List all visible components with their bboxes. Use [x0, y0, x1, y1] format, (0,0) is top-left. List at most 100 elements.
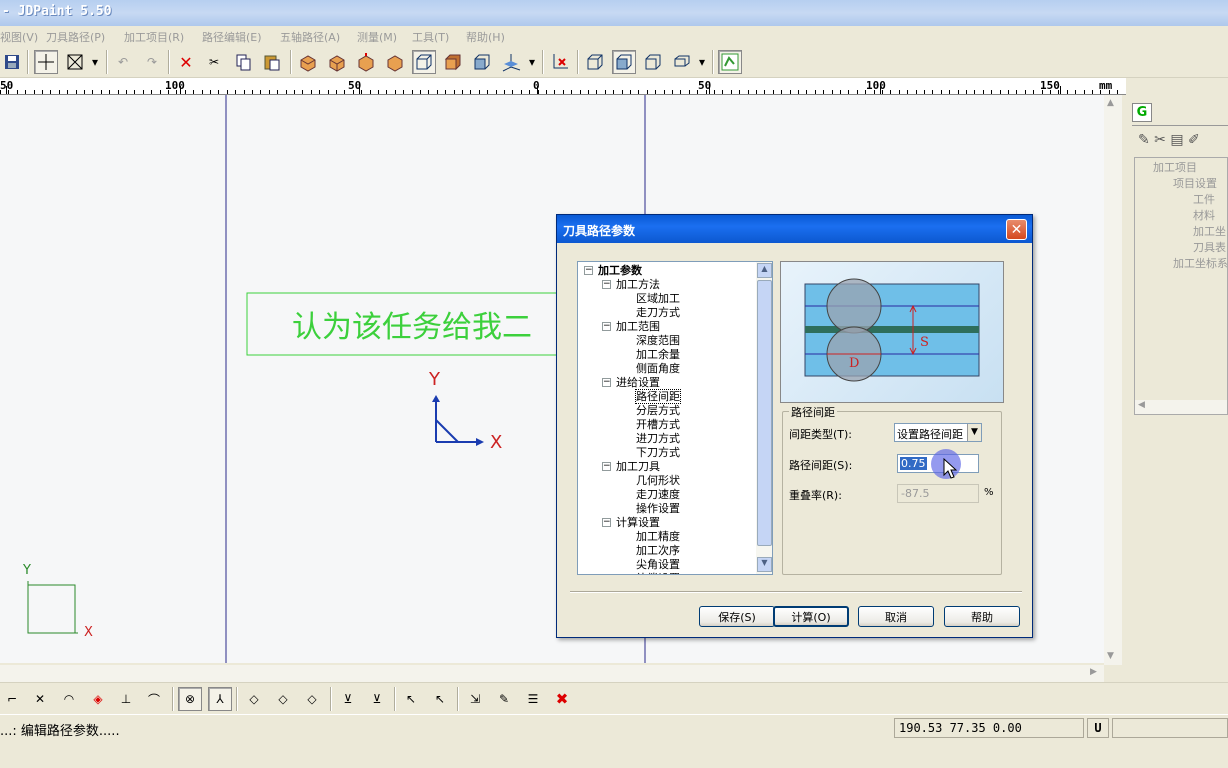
crosshair-icon[interactable] — [34, 50, 58, 74]
canvas-text-object[interactable]: 认为该任务给我二 — [292, 302, 532, 346]
cancel-button[interactable]: 取消 — [858, 606, 934, 627]
point-snap-icon[interactable]: ⊗ — [178, 687, 202, 711]
tree-item[interactable]: 加工项目 — [1153, 161, 1197, 174]
tree-collapse-icon[interactable]: − — [602, 462, 611, 471]
tree-item[interactable]: 侧面角度 — [636, 362, 680, 375]
tree-item[interactable]: 加工坐 — [1193, 225, 1226, 238]
tree-item[interactable]: 分层方式 — [636, 404, 680, 417]
tree-item[interactable]: 走刀速度 — [636, 488, 680, 501]
dropdown-arrow-icon[interactable]: ▾ — [526, 50, 538, 74]
dropdown-arrow-icon[interactable]: ▾ — [696, 50, 708, 74]
scroll-up-icon[interactable]: ▲ — [757, 263, 772, 278]
unit-toggle[interactable]: U — [1087, 718, 1109, 738]
menu-machining-item[interactable]: 加工项目(R) — [124, 29, 184, 45]
axis-mirror-icon[interactable] — [548, 50, 572, 74]
delete-icon[interactable]: ✕ — [174, 50, 198, 74]
menu-path-edit[interactable]: 路径编辑(E) — [202, 29, 262, 45]
menu-toolpath[interactable]: 刀具路径(P) — [46, 29, 105, 45]
toolpath-display-icon[interactable] — [718, 50, 742, 74]
tree-item[interactable]: 加工范围 — [616, 320, 660, 333]
tree-item[interactable]: 加工次序 — [636, 544, 680, 557]
tree-item[interactable]: 材料 — [1193, 209, 1215, 222]
tree-item[interactable]: 路径间距 — [635, 389, 681, 404]
save-icon[interactable] — [0, 50, 24, 74]
circle-snap-icon[interactable]: ◈ — [86, 687, 110, 711]
spacing-type-select[interactable]: 设置路径间距 ▼ — [894, 423, 982, 442]
tree-item[interactable]: 加工刀具 — [616, 460, 660, 473]
perpendicular-icon[interactable]: ⊥ — [114, 687, 138, 711]
path-list-icon[interactable]: ☰ — [521, 687, 545, 711]
tree-item[interactable]: 加工方法 — [616, 278, 660, 291]
tree-item[interactable]: 加工参数 — [598, 264, 642, 277]
tree-item[interactable]: 深度范围 — [636, 334, 680, 347]
diamond-c-icon[interactable]: ◇ — [300, 687, 324, 711]
hidden-line-icon[interactable] — [470, 50, 494, 74]
close-icon[interactable]: ✕ — [1006, 219, 1027, 240]
tree-item[interactable]: 几何形状 — [636, 474, 680, 487]
help-button[interactable]: 帮助 — [944, 606, 1020, 627]
view-front-icon[interactable] — [325, 50, 349, 74]
menu-view[interactable]: 视图(V) — [0, 29, 38, 45]
diamond-b-icon[interactable]: ◇ — [271, 687, 295, 711]
shaded-icon[interactable] — [441, 50, 465, 74]
tree-horizontal-scrollbar[interactable]: ◀ — [1135, 400, 1227, 414]
undo-icon[interactable]: ↶ — [111, 50, 135, 74]
node-snap-icon[interactable]: ⅄ — [208, 687, 232, 711]
tree-item[interactable]: 走刀方式 — [636, 306, 680, 319]
tree-collapse-icon[interactable]: − — [602, 518, 611, 527]
tree-item[interactable]: 项目设置 — [1173, 177, 1217, 190]
canvas-horizontal-scrollbar[interactable]: ▶ — [0, 665, 1104, 682]
tree-vertical-scrollbar[interactable]: ▲ ▼ — [756, 262, 772, 574]
paste-icon[interactable] — [260, 50, 284, 74]
cut-icon[interactable]: ✂ — [202, 50, 226, 74]
arc-corner-icon[interactable]: ⌐ — [0, 687, 24, 711]
align-bottom-x-icon[interactable]: ⊻ — [365, 687, 389, 711]
tree-item[interactable]: 刀具表 — [1193, 241, 1226, 254]
canvas-vertical-scrollbar[interactable]: ▲ ▼ — [1104, 95, 1122, 665]
calculate-button[interactable]: 计算(O) — [773, 606, 849, 627]
select-delete-icon[interactable]: ↖ — [428, 687, 452, 711]
tree-collapse-icon[interactable]: − — [602, 322, 611, 331]
view-iso-icon[interactable] — [383, 50, 407, 74]
scroll-thumb[interactable] — [757, 280, 772, 546]
align-bottom-icon[interactable]: ⊻ — [336, 687, 360, 711]
coordinate-system-icon[interactable] — [499, 50, 523, 74]
tree-item[interactable]: 进刀方式 — [636, 432, 680, 445]
path-transform-icon[interactable]: ⇲ — [463, 687, 487, 711]
fillet-icon[interactable]: ◠ — [57, 687, 81, 711]
menu-tools[interactable]: 工具(T) — [412, 29, 449, 45]
wireframe-icon[interactable] — [412, 50, 436, 74]
tree-item[interactable]: 进给设置 — [616, 376, 660, 389]
view-top-icon[interactable] — [296, 50, 320, 74]
diamond-a-icon[interactable]: ◇ — [242, 687, 266, 711]
panel-toolbar-icons[interactable]: ✎ ✂ ▤ ✐ — [1138, 132, 1200, 148]
tree-item[interactable]: 加工坐标系 — [1173, 257, 1227, 270]
box-view-1-icon[interactable] — [583, 50, 607, 74]
menu-help[interactable]: 帮助(H) — [466, 29, 505, 45]
trim-cross-icon[interactable]: ✕ — [28, 687, 52, 711]
menu-measure[interactable]: 测量(M) — [357, 29, 397, 45]
tree-collapse-icon[interactable]: − — [584, 266, 593, 275]
zoom-window-icon[interactable] — [63, 50, 87, 74]
path-edit-icon[interactable]: ✎ — [492, 687, 516, 711]
box-view-2-icon[interactable] — [612, 50, 636, 74]
box-view-3-icon[interactable] — [641, 50, 665, 74]
menu-five-axis[interactable]: 五轴路径(A) — [280, 29, 340, 45]
tangent-icon[interactable]: ⌒ — [142, 687, 166, 711]
dropdown-arrow-icon[interactable]: ▾ — [88, 50, 102, 74]
view-right-icon[interactable] — [354, 50, 378, 74]
tree-item[interactable]: 加工余量 — [636, 348, 680, 361]
redo-icon[interactable]: ↷ — [140, 50, 164, 74]
tree-item[interactable]: 工件 — [1193, 193, 1215, 206]
tree-collapse-icon[interactable]: − — [602, 280, 611, 289]
select-cross-icon[interactable]: ↖ — [399, 687, 423, 711]
delete-path-icon[interactable]: ✖ — [550, 687, 574, 711]
tree-item[interactable]: 开槽方式 — [636, 418, 680, 431]
tree-item[interactable]: 区域加工 — [636, 292, 680, 305]
box-view-4-icon[interactable] — [670, 50, 694, 74]
tree-item[interactable]: 计算设置 — [616, 516, 660, 529]
tree-item[interactable]: 操作设置 — [636, 502, 680, 515]
scroll-down-icon[interactable]: ▼ — [757, 557, 772, 572]
copy-icon[interactable] — [231, 50, 255, 74]
tree-item[interactable]: 尖角设置 — [636, 558, 680, 571]
